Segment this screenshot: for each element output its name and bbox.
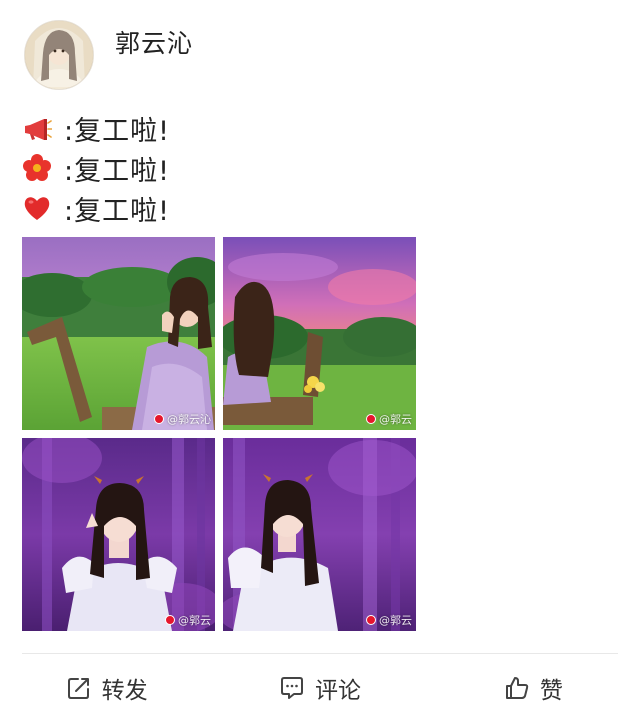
photo-thumbnail[interactable]: @郭云 bbox=[22, 438, 215, 631]
weibo-logo-icon bbox=[165, 615, 175, 625]
photo-thumbnail[interactable]: @郭云沁 bbox=[22, 237, 215, 430]
weibo-logo-icon bbox=[154, 414, 164, 424]
divider bbox=[22, 653, 618, 654]
watermark: @郭云沁 bbox=[154, 411, 211, 427]
text-line: :复工啦! bbox=[22, 148, 170, 188]
comment-button[interactable]: 评论 bbox=[213, 671, 426, 705]
flower-icon bbox=[22, 153, 52, 183]
line-text: :复工啦! bbox=[64, 155, 170, 187]
photo-grid: @郭云沁 @郭云 @郭云 @郭云 bbox=[22, 237, 416, 631]
megaphone-icon bbox=[22, 113, 52, 143]
photo-thumbnail[interactable]: @郭云 bbox=[223, 237, 416, 430]
watermark: @郭云 bbox=[165, 612, 211, 628]
weibo-post: 郭云沁 :复工啦!:复工啦!:复工啦! @郭云沁 @郭云 @郭云 @郭云 转… bbox=[0, 0, 640, 714]
weibo-logo-icon bbox=[366, 414, 376, 424]
line-text: :复工啦! bbox=[64, 115, 170, 147]
photo-thumbnail[interactable]: @郭云 bbox=[223, 438, 416, 631]
like-button[interactable]: 赞 bbox=[427, 671, 640, 705]
watermark: @郭云 bbox=[366, 612, 412, 628]
thumbs-up-icon bbox=[504, 675, 530, 701]
action-bar: 转发 评论 赞 bbox=[0, 662, 640, 714]
text-line: :复工啦! bbox=[22, 108, 170, 148]
avatar[interactable] bbox=[24, 20, 94, 90]
comment-label: 评论 bbox=[314, 678, 361, 704]
repost-button[interactable]: 转发 bbox=[0, 671, 213, 705]
comment-icon bbox=[279, 675, 305, 701]
line-text: :复工啦! bbox=[64, 195, 170, 227]
like-label: 赞 bbox=[539, 678, 563, 704]
weibo-logo-icon bbox=[366, 615, 376, 625]
text-line: :复工啦! bbox=[22, 188, 170, 228]
heart-icon bbox=[22, 193, 52, 223]
repost-label: 转发 bbox=[101, 678, 148, 704]
watermark: @郭云 bbox=[366, 411, 412, 427]
post-text: :复工啦! :复工啦! :复工啦! bbox=[22, 108, 170, 228]
username[interactable]: 郭云沁 bbox=[115, 24, 193, 60]
repost-icon bbox=[66, 675, 92, 701]
